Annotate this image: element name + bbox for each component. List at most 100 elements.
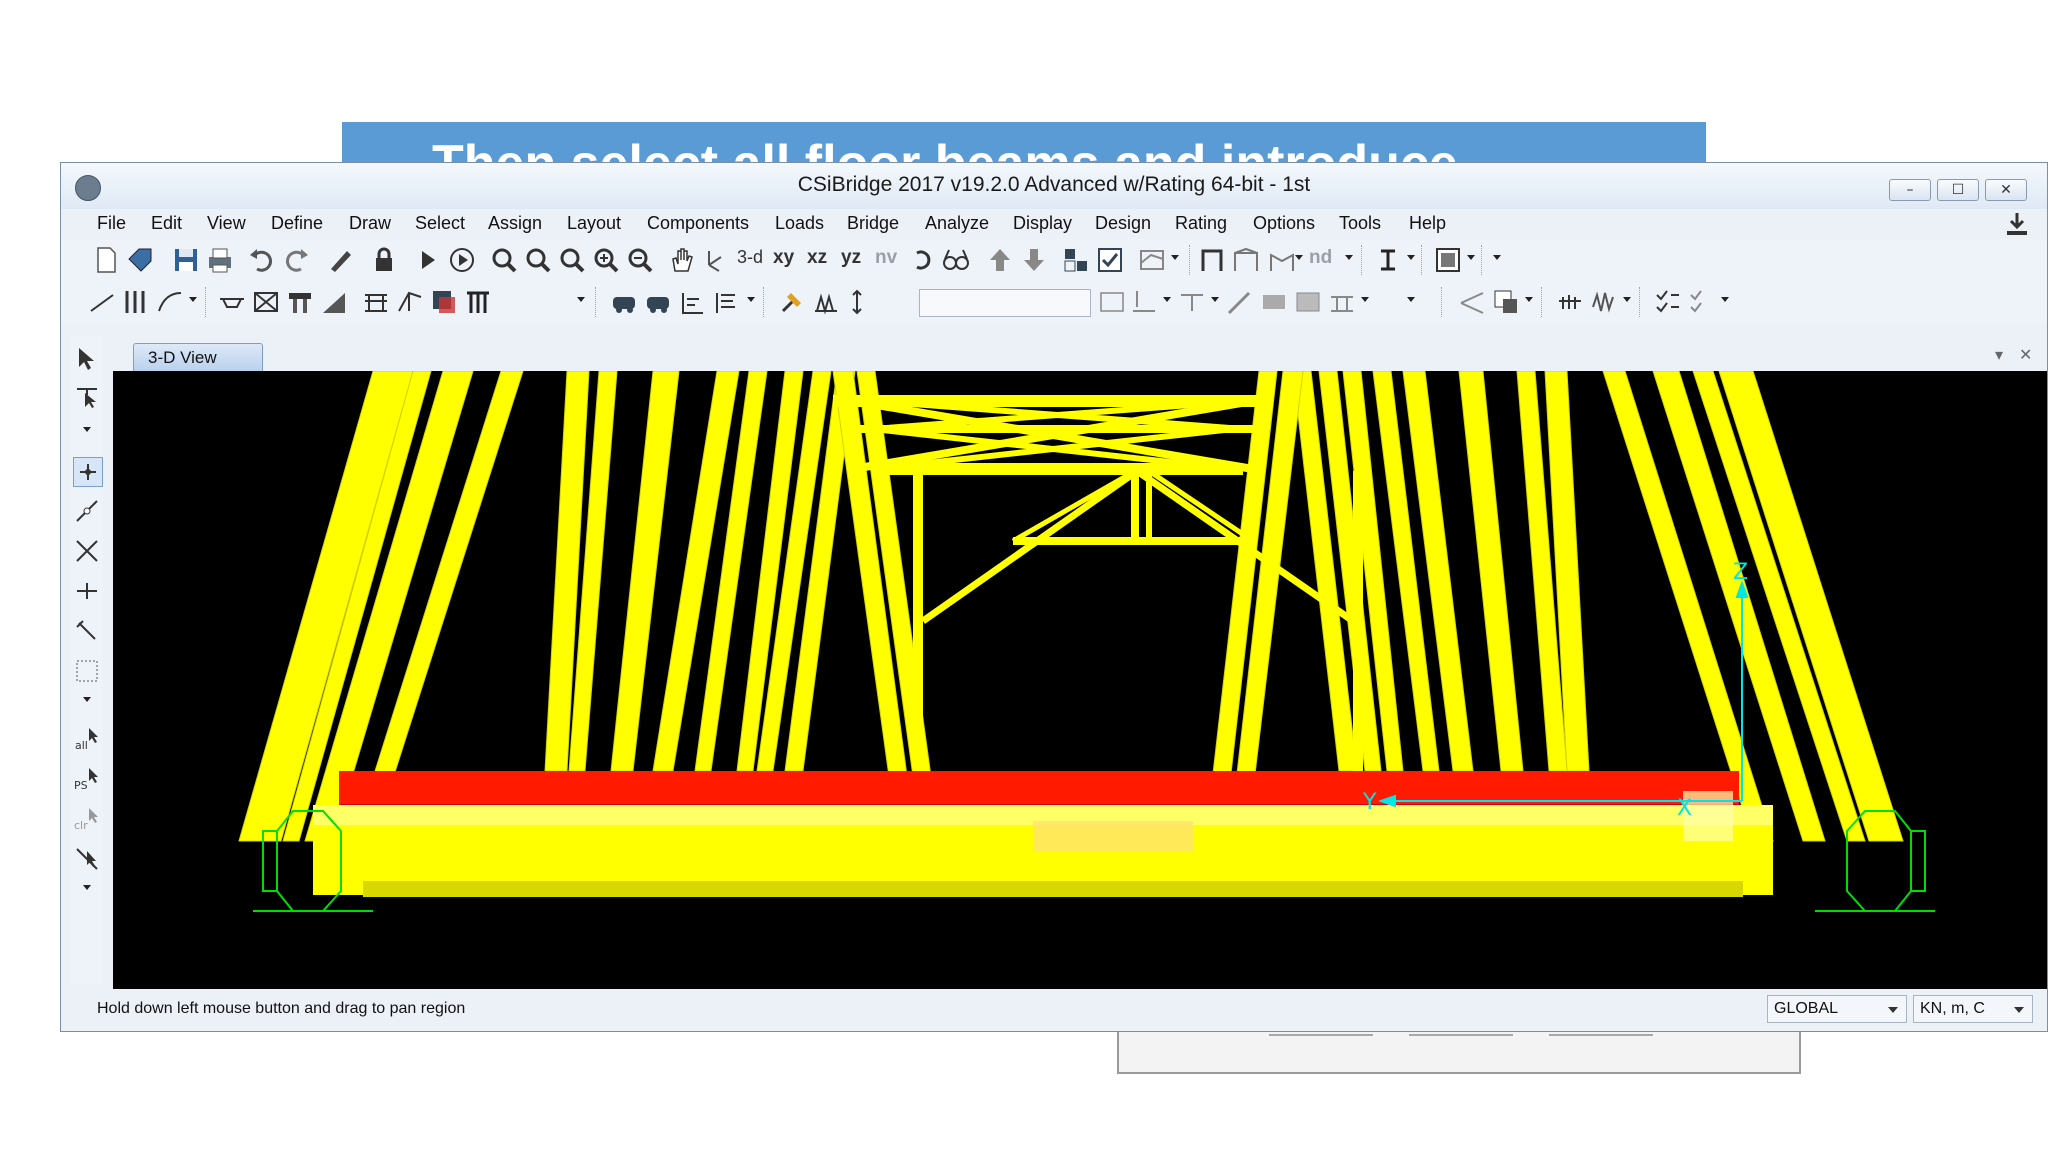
zoom-window-icon[interactable] [489, 245, 519, 275]
nd-button[interactable]: nd [1309, 247, 1332, 269]
select-all-icon[interactable]: all [73, 725, 101, 753]
intersecting-line-select-icon[interactable] [73, 845, 101, 873]
dropdown-arrow[interactable] [747, 297, 755, 302]
pan-hand-icon[interactable] [667, 245, 697, 275]
time-history-icon[interactable] [1555, 287, 1585, 317]
menu-loads[interactable]: Loads [775, 213, 824, 234]
design-hammer-icon[interactable] [777, 287, 807, 317]
undo-icon[interactable] [247, 245, 277, 275]
download-icon[interactable] [2005, 211, 2029, 237]
view-xy-button[interactable]: xy [773, 247, 794, 269]
draw-arch-icon[interactable] [1267, 245, 1297, 275]
run-analysis-icon[interactable] [413, 245, 443, 275]
display-options-icon[interactable] [1061, 245, 1091, 275]
vehicle-icon[interactable] [609, 287, 639, 317]
redo-icon[interactable] [281, 245, 311, 275]
diaphragm-icon[interactable] [395, 287, 425, 317]
joint-load-icon[interactable] [1129, 287, 1159, 317]
table-icon[interactable] [1491, 287, 1521, 317]
units-select[interactable]: KN, m, C [1913, 995, 2033, 1023]
snap-midpoint-icon[interactable] [73, 497, 101, 525]
draw-truss-icon[interactable] [1231, 245, 1261, 275]
line-load-icon[interactable] [1225, 287, 1255, 317]
section-i-icon[interactable] [1373, 245, 1403, 275]
draw-frame-icon[interactable] [1197, 245, 1227, 275]
draw-line-icon[interactable] [87, 287, 117, 317]
tab-3d-view[interactable]: 3-D View [133, 343, 263, 371]
dropdown-arrow[interactable] [83, 427, 91, 432]
zoom-restore-icon[interactable] [523, 245, 553, 275]
zoom-out-icon[interactable] [625, 245, 655, 275]
view-nv-button[interactable]: nv [875, 247, 897, 269]
print-icon[interactable] [205, 245, 235, 275]
show-deformed-icon[interactable] [1137, 245, 1167, 275]
open-tag-icon[interactable] [125, 245, 155, 275]
design-check-icon[interactable] [1653, 287, 1683, 317]
draw-tendon-icon[interactable] [121, 287, 151, 317]
close-button[interactable]: ✕ [1985, 179, 2027, 201]
snap-line-icon[interactable] [73, 617, 101, 645]
snap-intersection-icon[interactable] [73, 537, 101, 565]
menu-view[interactable]: View [207, 213, 246, 234]
menu-select[interactable]: Select [415, 213, 465, 234]
load-rating-icon[interactable] [811, 287, 841, 317]
s1-s2-icon[interactable] [1097, 287, 1127, 317]
dropdown-arrow[interactable] [1295, 255, 1303, 260]
save-icon[interactable] [171, 245, 201, 275]
response-spectrum-icon[interactable] [1589, 287, 1619, 317]
menu-display[interactable]: Display [1013, 213, 1072, 234]
reshape-pointer-icon[interactable] [73, 381, 101, 409]
selection-combo[interactable] [919, 289, 1091, 317]
dropdown-arrow[interactable] [1345, 255, 1353, 260]
view-xz-button[interactable]: xz [807, 247, 827, 269]
dropdown-arrow[interactable] [1467, 255, 1475, 260]
lock-icon[interactable] [369, 245, 399, 275]
zoom-extents-icon[interactable] [557, 245, 587, 275]
snap-joints-icon[interactable] [73, 457, 103, 487]
dropdown-arrow[interactable] [1361, 297, 1369, 302]
influence-line-icon[interactable] [1457, 287, 1487, 317]
rotate-view-icon[interactable] [907, 245, 937, 275]
menu-layout[interactable]: Layout [567, 213, 621, 234]
frame-load-icon[interactable] [1177, 287, 1207, 317]
tab-pin-button[interactable]: ▾ [1995, 345, 2003, 364]
deck-section-icon[interactable] [251, 287, 281, 317]
toolbar-overflow-arrow[interactable] [1493, 255, 1501, 260]
menu-file[interactable]: File [97, 213, 126, 234]
dropdown-arrow[interactable] [1407, 297, 1415, 302]
rotate-3d-icon[interactable] [699, 245, 729, 275]
run-now-icon[interactable] [447, 245, 477, 275]
dropdown-arrow[interactable] [577, 297, 585, 302]
temperature-load-icon[interactable] [1293, 287, 1323, 317]
perspective-glasses-icon[interactable] [941, 245, 971, 275]
new-model-icon[interactable] [91, 245, 121, 275]
bearing-icon[interactable] [429, 287, 459, 317]
vehicle-class-icon[interactable] [643, 287, 673, 317]
zoom-in-icon[interactable] [591, 245, 621, 275]
menu-help[interactable]: Help [1409, 213, 1446, 234]
clear-selection-icon[interactable]: clr [73, 805, 101, 833]
minimize-button[interactable]: – [1889, 179, 1931, 201]
bent-icon[interactable] [285, 287, 315, 317]
menu-components[interactable]: Components [647, 213, 749, 234]
dropdown-arrow[interactable] [83, 697, 91, 702]
previous-select-icon[interactable]: PS [73, 765, 101, 793]
dropdown-arrow[interactable] [189, 297, 197, 302]
settlement-icon[interactable] [1327, 287, 1357, 317]
dropdown-arrow[interactable] [83, 885, 91, 890]
bridge-layout-icon[interactable] [217, 287, 247, 317]
area-load-icon[interactable] [1259, 287, 1289, 317]
menu-tools[interactable]: Tools [1339, 213, 1381, 234]
menu-edit[interactable]: Edit [151, 213, 182, 234]
move-down-icon[interactable] [1019, 245, 1049, 275]
menu-rating[interactable]: Rating [1175, 213, 1227, 234]
superstructure-icon[interactable] [845, 287, 875, 317]
coordinate-system-select[interactable]: GLOBAL [1767, 995, 1907, 1023]
check-model-icon[interactable] [1095, 245, 1125, 275]
tab-close-button[interactable]: ✕ [2019, 345, 2032, 364]
view-3d-button[interactable]: 3-d [737, 247, 763, 268]
dropdown-arrow[interactable] [1525, 297, 1533, 302]
pencil-icon[interactable] [325, 245, 355, 275]
dropdown-arrow[interactable] [1211, 297, 1219, 302]
menu-assign[interactable]: Assign [488, 213, 542, 234]
